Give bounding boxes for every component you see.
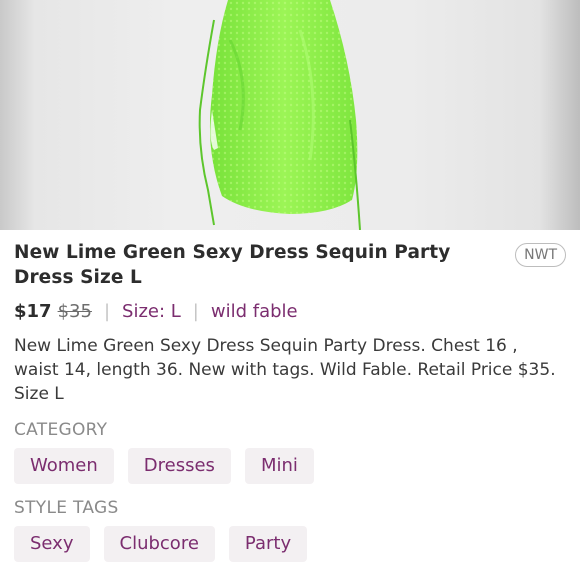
current-price: $17 <box>14 301 52 322</box>
style-tag-party[interactable]: Party <box>228 526 308 562</box>
style-tag-sexy[interactable]: Sexy <box>14 526 90 562</box>
price-row: $17 $35 | Size: L | wild fable <box>14 300 566 324</box>
separator: | <box>192 301 199 322</box>
listing-details: New Lime Green Sexy Dress Sequin Party D… <box>14 240 566 562</box>
category-chip-women[interactable]: Women <box>14 448 114 484</box>
style-tag-clubcore[interactable]: Clubcore <box>103 526 215 562</box>
category-chip-mini[interactable]: Mini <box>244 448 314 484</box>
category-chip-dresses[interactable]: Dresses <box>127 448 231 484</box>
brand-link[interactable]: wild fable <box>211 300 298 324</box>
product-photo[interactable] <box>0 0 580 230</box>
listing-description: New Lime Green Sexy Dress Sequin Party D… <box>14 336 556 404</box>
category-chips: Women Dresses Mini <box>14 448 566 484</box>
dress-image <box>198 0 361 230</box>
style-tags-heading: STYLE TAGS <box>14 498 119 518</box>
original-price: $35 <box>57 301 92 322</box>
condition-badge: NWT <box>515 243 566 267</box>
style-tag-chips: Sexy Clubcore Party <box>14 526 566 562</box>
category-heading: CATEGORY <box>14 420 108 440</box>
separator: | <box>103 301 111 322</box>
size-link[interactable]: Size: L <box>122 300 181 324</box>
listing-title: New Lime Green Sexy Dress Sequin Party D… <box>14 242 451 288</box>
